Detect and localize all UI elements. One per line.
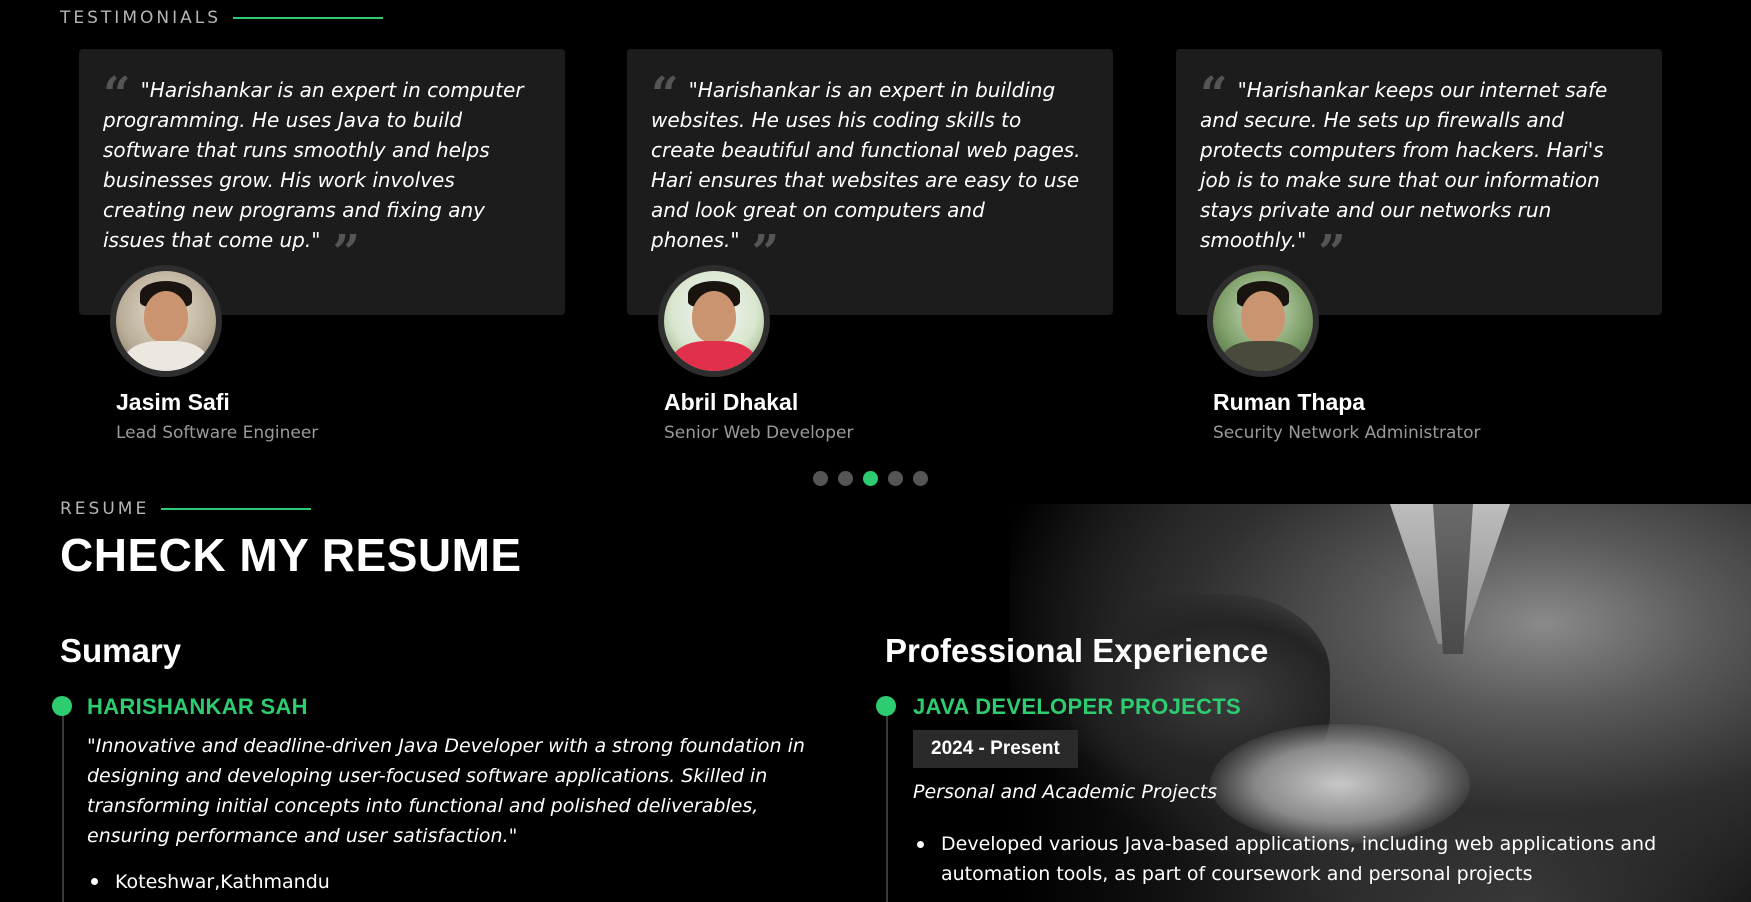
- experience-bullet: Developed various Java-based application…: [913, 829, 1673, 889]
- section-label-divider: [233, 17, 383, 19]
- resume-title: CHECK MY RESUME: [60, 529, 522, 581]
- quote-close-icon: ”: [332, 225, 361, 281]
- testimonials-label-text: TESTIMONIALS: [60, 8, 221, 28]
- testimonial-author-role: Senior Web Developer: [664, 423, 854, 443]
- resume-label-text: RESUME: [60, 499, 150, 519]
- experience-title: JAVA DEVELOPER PROJECTS: [913, 694, 1242, 719]
- experience-timeline-dot: [876, 696, 896, 716]
- avatar: [658, 265, 770, 377]
- carousel-pagination: [813, 471, 928, 486]
- testimonial-author-role: Security Network Administrator: [1213, 423, 1481, 443]
- summary-timeline-dot: [52, 696, 72, 716]
- bullet-icon: [917, 841, 924, 848]
- summary-timeline-line: [62, 706, 64, 902]
- experience-subtitle: Personal and Academic Projects: [913, 781, 1218, 803]
- testimonial-author-name: Ruman Thapa: [1213, 389, 1366, 415]
- testimonial-quote-text: "Harishankar keeps our internet safe and…: [1200, 78, 1608, 252]
- summary-location: Koteshwar,Kathmandu: [87, 871, 330, 893]
- carousel-dot[interactable]: [813, 471, 828, 486]
- testimonial-quote: “"Harishankar keeps our internet safe an…: [1200, 71, 1638, 277]
- testimonial-quote: “"Harishankar is an expert in computer p…: [103, 71, 541, 277]
- experience-timeline-line: [886, 706, 888, 902]
- summary-name: HARISHANKAR SAH: [87, 694, 308, 719]
- avatar: [1207, 265, 1319, 377]
- carousel-dot[interactable]: [838, 471, 853, 486]
- testimonials-section-label: TESTIMONIALS: [60, 8, 383, 28]
- quote-close-icon: ”: [1318, 225, 1346, 281]
- experience-heading: Professional Experience: [885, 632, 1269, 669]
- summary-location-text: Koteshwar,Kathmandu: [115, 871, 330, 893]
- carousel-dot[interactable]: [888, 471, 903, 486]
- experience-bullet-text: Developed various Java-based application…: [941, 833, 1657, 885]
- carousel-dot-active[interactable]: [863, 471, 878, 486]
- testimonial-author-role: Lead Software Engineer: [116, 423, 319, 443]
- testimonial-quote-text: "Harishankar is an expert in computer pr…: [103, 78, 524, 252]
- resume-section-label: RESUME: [60, 499, 312, 519]
- testimonial-author-name: Abril Dhakal: [664, 389, 799, 415]
- bullet-icon: [91, 877, 98, 885]
- testimonial-quote-text: "Harishankar is an expert in building we…: [651, 78, 1081, 252]
- section-label-divider: [161, 508, 312, 510]
- experience-period-badge: 2024 - Present: [913, 730, 1078, 768]
- summary-text: "Innovative and deadline-driven Java Dev…: [87, 735, 805, 847]
- avatar: [110, 265, 222, 377]
- carousel-dot[interactable]: [913, 471, 928, 486]
- summary-heading: Sumary: [60, 632, 182, 669]
- testimonial-quote: “"Harishankar is an expert in building w…: [651, 71, 1089, 277]
- testimonial-author-name: Jasim Safi: [116, 389, 230, 415]
